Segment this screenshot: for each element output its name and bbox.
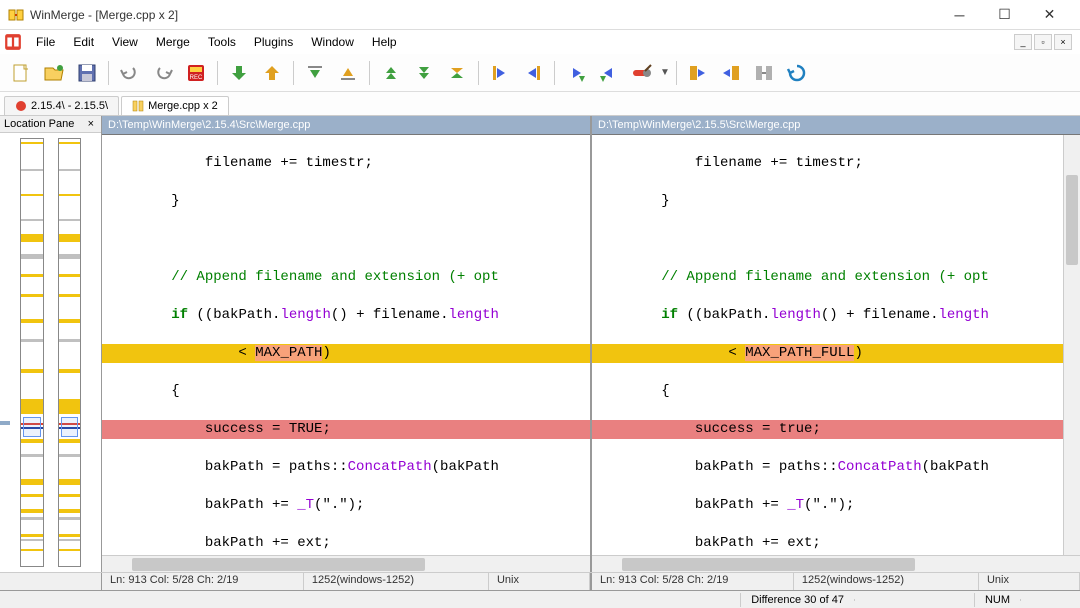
location-handle[interactable] bbox=[0, 421, 10, 425]
right-status-eol: Unix bbox=[979, 573, 1080, 590]
menu-plugins[interactable]: Plugins bbox=[246, 33, 301, 51]
mdi-minimize[interactable]: _ bbox=[1014, 34, 1032, 50]
status-bar: Difference 30 of 47 NUM bbox=[0, 590, 1080, 608]
minimize-button[interactable]: ─ bbox=[937, 0, 982, 30]
menu-tools[interactable]: Tools bbox=[200, 33, 244, 51]
redo-button[interactable] bbox=[148, 58, 178, 88]
location-map-right[interactable] bbox=[58, 138, 82, 567]
all-left-button[interactable] bbox=[716, 58, 746, 88]
menu-edit[interactable]: Edit bbox=[65, 33, 102, 51]
app-icon bbox=[8, 7, 24, 23]
menu-bar: File Edit View Merge Tools Plugins Windo… bbox=[0, 30, 1080, 54]
vertical-scrollbar[interactable] bbox=[1063, 135, 1080, 555]
location-pane-header: Location Pane × bbox=[0, 116, 101, 133]
pane-status-bar: Ln: 913 Col: 5/28 Ch: 2/19 1252(windows-… bbox=[0, 572, 1080, 590]
record-button[interactable]: REC bbox=[181, 58, 211, 88]
app-menu-icon[interactable] bbox=[4, 33, 22, 51]
left-pane: D:\Temp\WinMerge\2.15.4\Src\Merge.cpp fi… bbox=[102, 116, 590, 572]
right-pane: D:\Temp\WinMerge\2.15.5\Src\Merge.cpp fi… bbox=[590, 116, 1080, 572]
copy-left-advance-button[interactable] bbox=[594, 58, 624, 88]
title-bar: WinMerge - [Merge.cpp x 2] ─ ☐ ✕ bbox=[0, 0, 1080, 30]
file-diff-icon bbox=[132, 100, 144, 112]
right-hscroll[interactable] bbox=[592, 555, 1080, 572]
location-viewport[interactable] bbox=[23, 417, 41, 437]
tab-file-diff[interactable]: Merge.cpp x 2 bbox=[121, 96, 229, 115]
left-status-encoding: 1252(windows-1252) bbox=[304, 573, 489, 590]
open-button[interactable] bbox=[39, 58, 69, 88]
current-diff-button[interactable] bbox=[442, 58, 472, 88]
location-pane-close[interactable]: × bbox=[85, 118, 97, 130]
close-button[interactable]: ✕ bbox=[1027, 0, 1072, 30]
menu-help[interactable]: Help bbox=[364, 33, 405, 51]
left-status-eol: Unix bbox=[489, 573, 590, 590]
prev-diff-right-button[interactable] bbox=[333, 58, 363, 88]
copy-right-button[interactable] bbox=[485, 58, 515, 88]
all-right-button[interactable] bbox=[683, 58, 713, 88]
menu-window[interactable]: Window bbox=[303, 33, 362, 51]
copy-left-button[interactable] bbox=[518, 58, 548, 88]
refresh-button[interactable] bbox=[782, 58, 812, 88]
new-button[interactable] bbox=[6, 58, 36, 88]
undo-button[interactable] bbox=[115, 58, 145, 88]
location-pane-title: Location Pane bbox=[4, 118, 74, 130]
location-pane: Location Pane × bbox=[0, 116, 102, 572]
mdi-window-buttons: _ ▫ × bbox=[1014, 34, 1076, 50]
next-diff-right-button[interactable] bbox=[300, 58, 330, 88]
last-diff-button[interactable] bbox=[409, 58, 439, 88]
tab-label: 2.15.4\ - 2.15.5\ bbox=[31, 100, 108, 112]
left-status-position: Ln: 913 Col: 5/28 Ch: 2/19 bbox=[102, 573, 304, 590]
window-title: WinMerge - [Merge.cpp x 2] bbox=[30, 8, 937, 22]
first-diff-button[interactable] bbox=[376, 58, 406, 88]
svg-text:REC: REC bbox=[190, 75, 203, 81]
right-code-view[interactable]: filename += timestr; } // Append filenam… bbox=[592, 135, 1063, 555]
status-difference: Difference 30 of 47 bbox=[740, 593, 854, 607]
mdi-restore[interactable]: ▫ bbox=[1034, 34, 1052, 50]
tab-folder-diff[interactable]: 2.15.4\ - 2.15.5\ bbox=[4, 96, 119, 115]
mdi-close[interactable]: × bbox=[1054, 34, 1072, 50]
maximize-button[interactable]: ☐ bbox=[982, 0, 1027, 30]
left-hscroll[interactable] bbox=[102, 555, 590, 572]
location-map-left[interactable] bbox=[20, 138, 44, 567]
menu-merge[interactable]: Merge bbox=[148, 33, 198, 51]
right-status-position: Ln: 913 Col: 5/28 Ch: 2/19 bbox=[592, 573, 794, 590]
settings-button[interactable] bbox=[627, 58, 657, 88]
prev-diff-button[interactable] bbox=[257, 58, 287, 88]
toolbar: REC ▼ bbox=[0, 54, 1080, 92]
folder-diff-icon bbox=[15, 100, 27, 112]
left-pane-path[interactable]: D:\Temp\WinMerge\2.15.4\Src\Merge.cpp bbox=[102, 116, 590, 135]
right-status-encoding: 1252(windows-1252) bbox=[794, 573, 979, 590]
menu-file[interactable]: File bbox=[28, 33, 63, 51]
status-numlock: NUM bbox=[974, 593, 1020, 607]
save-button[interactable] bbox=[72, 58, 102, 88]
tab-label: Merge.cpp x 2 bbox=[148, 100, 218, 112]
auto-merge-button[interactable] bbox=[749, 58, 779, 88]
copy-right-advance-button[interactable] bbox=[561, 58, 591, 88]
next-diff-button[interactable] bbox=[224, 58, 254, 88]
right-pane-path[interactable]: D:\Temp\WinMerge\2.15.5\Src\Merge.cpp bbox=[592, 116, 1080, 135]
tab-bar: 2.15.4\ - 2.15.5\ Merge.cpp x 2 bbox=[0, 92, 1080, 116]
menu-view[interactable]: View bbox=[104, 33, 146, 51]
left-code-view[interactable]: filename += timestr; } // Append filenam… bbox=[102, 135, 590, 555]
location-maps[interactable] bbox=[0, 133, 101, 572]
location-viewport[interactable] bbox=[61, 417, 79, 437]
